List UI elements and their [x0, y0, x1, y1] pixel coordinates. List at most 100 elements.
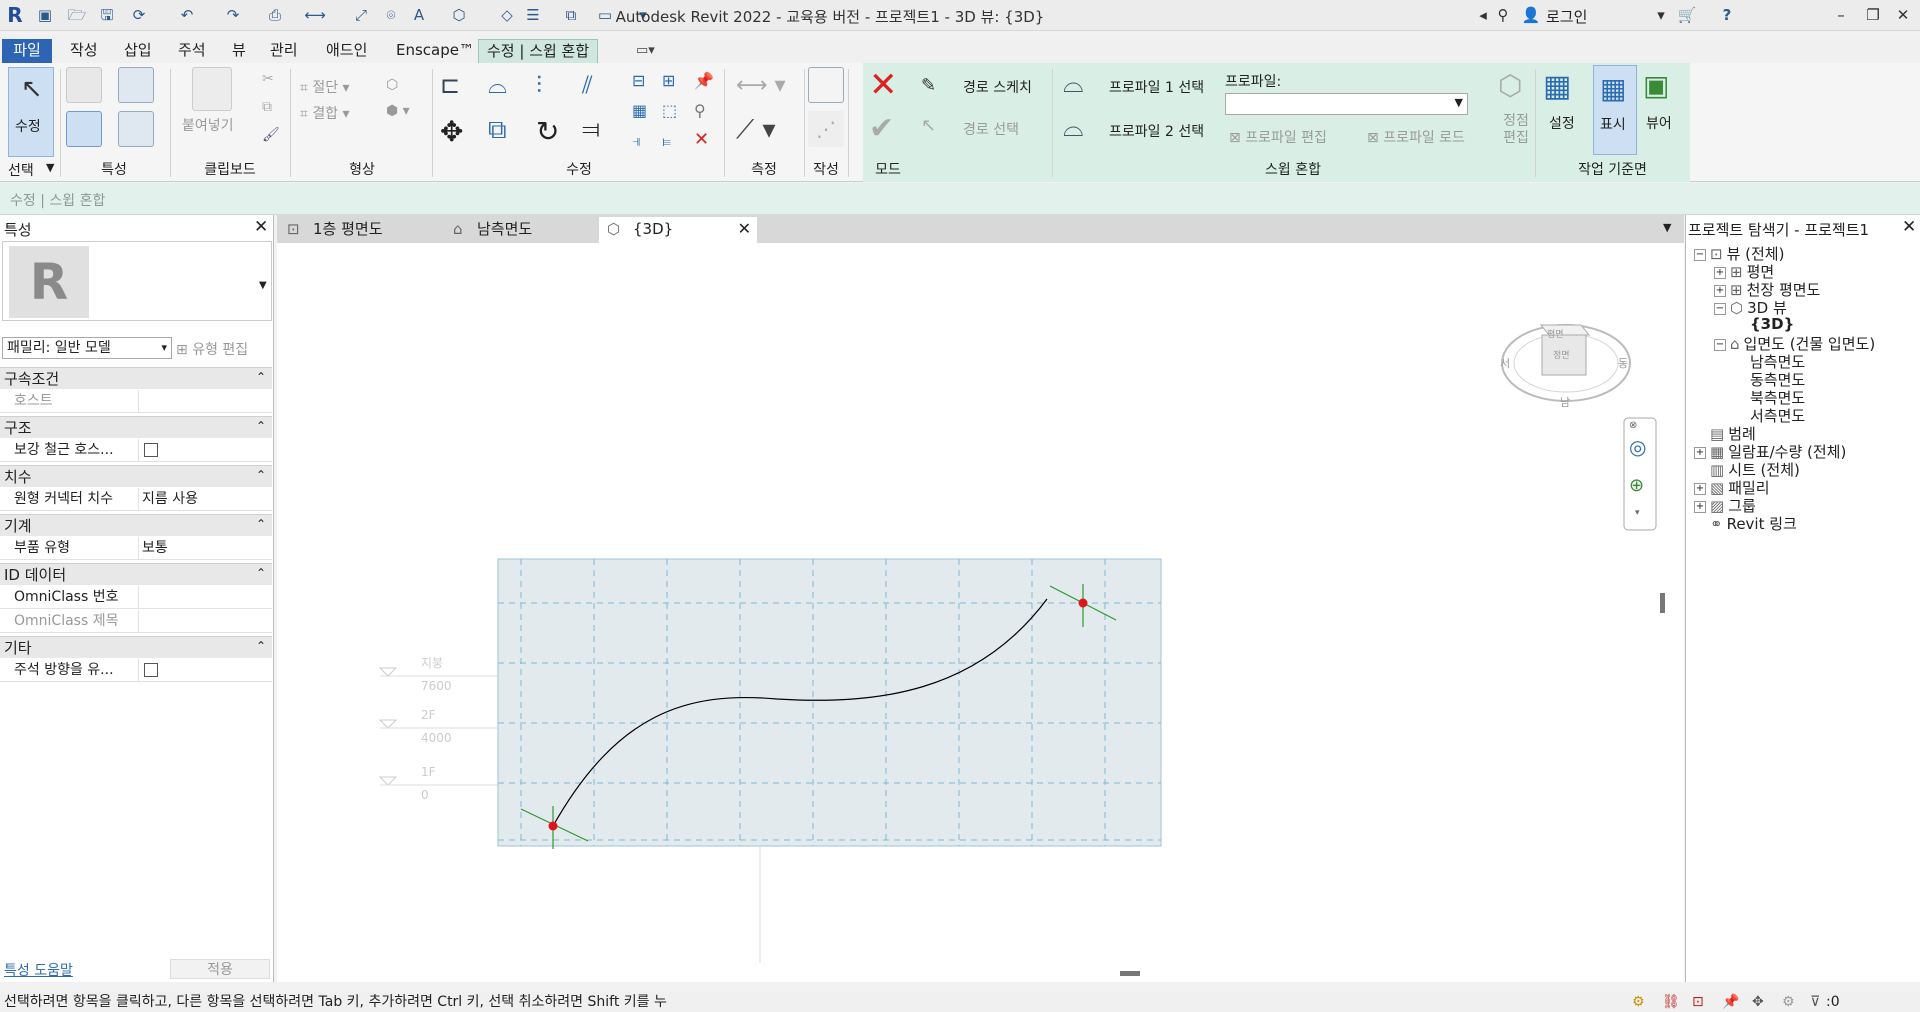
collapse-icon[interactable]: −	[1694, 248, 1706, 261]
split-face-icon[interactable]: ⬢ ▾	[386, 103, 410, 119]
cancel-mode-icon[interactable]: ✕	[869, 65, 898, 105]
edit-vertices-icon[interactable]: ⬡	[1498, 69, 1522, 102]
collapse-icon[interactable]: ⌃	[256, 635, 266, 657]
edit-vertices-button[interactable]: 정점 편집	[1502, 113, 1530, 147]
collapse-icon[interactable]: ⌃	[256, 366, 266, 388]
expand-icon[interactable]: +	[1694, 500, 1706, 513]
worksets-icon[interactable]: ⚙	[1632, 992, 1645, 1012]
profile-select[interactable]: ▼	[1225, 93, 1468, 115]
close-icon[interactable]: ✕	[1892, 5, 1914, 25]
tab-view[interactable]: 뷰	[224, 39, 254, 63]
viewcube-top-label[interactable]: 평면	[1547, 327, 1564, 340]
viewcube-bottom-label[interactable]: 남	[1560, 394, 1570, 410]
property-group-header[interactable]: 구속조건 ⌃	[0, 367, 272, 389]
property-value[interactable]: 지름 사용	[138, 488, 272, 510]
split-gap-icon[interactable]: ⊞	[662, 71, 675, 90]
select-profile1-button[interactable]: 프로파일 1 선택	[1109, 77, 1204, 97]
edit-type-button[interactable]: ⊞ 유형 편집	[176, 339, 248, 359]
background-process-icon[interactable]: ⚙	[1782, 992, 1795, 1012]
trim-extend-icon[interactable]: ⫤	[582, 115, 600, 143]
finish-mode-icon[interactable]: ✔	[869, 111, 894, 146]
panel-toggle-icon[interactable]: ▭▾	[636, 43, 655, 58]
collapse-icon[interactable]: ⌃	[256, 464, 266, 486]
select-links-icon[interactable]: ⛓	[1662, 992, 1680, 1012]
tab-annotate[interactable]: 주석	[170, 39, 214, 63]
offset-icon[interactable]: ⌓	[488, 71, 507, 99]
type-selector[interactable]: R ▼	[2, 241, 272, 321]
expand-icon[interactable]: +	[1694, 446, 1706, 459]
property-value[interactable]	[138, 659, 272, 681]
vertical-scrollbar[interactable]	[1660, 593, 1665, 613]
load-profile-button[interactable]: 프로파일 로드	[1383, 130, 1465, 146]
close-icon[interactable]: ✕	[1902, 217, 1916, 237]
chevron-down-icon[interactable]: ▼	[46, 161, 54, 174]
collapse-icon[interactable]: −	[1714, 302, 1726, 315]
property-value[interactable]	[138, 610, 272, 632]
tab-insert[interactable]: 삽입	[116, 39, 160, 63]
scale-icon[interactable]: ⬚	[662, 101, 677, 120]
tab-south-elevation[interactable]: ⌂ 남측면도	[443, 217, 603, 243]
filter-icon[interactable]: ⊽	[1810, 992, 1820, 1012]
family-category-icon[interactable]	[118, 67, 154, 103]
zoom-icon[interactable]: ⊕	[1629, 475, 1644, 496]
drawing-area[interactable]: 지붕 7600 2F 4000 1F 0 평면 정면 서 동 남 ⊗ ◎ ⊕ ▾	[277, 243, 1684, 982]
type-properties-icon[interactable]	[118, 111, 154, 147]
horizontal-scrollbar[interactable]	[1120, 971, 1140, 976]
match-properties-icon[interactable]: 🖌	[262, 127, 280, 143]
paste-icon[interactable]	[192, 67, 232, 111]
collapse-icon[interactable]: ⌃	[256, 513, 266, 535]
pin-icon[interactable]: 📌	[694, 71, 714, 90]
property-group-header[interactable]: 기계 ⌃	[0, 514, 272, 536]
help-icon[interactable]: ?	[1716, 5, 1738, 25]
select-underlay-icon[interactable]: ⊡	[1692, 992, 1704, 1012]
profile1-icon[interactable]: ⌓	[1063, 69, 1084, 100]
rotate-icon[interactable]: ↻	[536, 115, 559, 148]
set-workplane-icon[interactable]: ▦	[1543, 69, 1571, 104]
mirror-pick-axis-icon[interactable]: ⫶	[536, 71, 542, 99]
join-geometry-button[interactable]: 결합	[312, 106, 338, 122]
property-group-header[interactable]: ID 데이터 ⌃	[0, 563, 272, 585]
property-group-header[interactable]: 기타 ⌃	[0, 636, 272, 658]
viewcube-front-label[interactable]: 정면	[1553, 348, 1570, 361]
pick-path-icon[interactable]: ↖	[921, 115, 936, 136]
tab-manage[interactable]: 관리	[262, 39, 306, 63]
unpin-icon[interactable]: ⚲	[694, 101, 706, 120]
tab-enscape[interactable]: Enscape™	[388, 39, 482, 63]
cart-icon[interactable]: 🛒	[1676, 5, 1698, 25]
workplane-viewer-icon[interactable]: ▣	[1643, 69, 1669, 102]
family-types-icon[interactable]	[66, 67, 102, 103]
tab-modify-sweep-blend[interactable]: 수정 | 스윕 혼합	[478, 39, 599, 63]
properties-help-link[interactable]: 특성 도움말	[4, 960, 73, 980]
property-group-header[interactable]: 구조 ⌃	[0, 416, 272, 438]
modify-button[interactable]: ↖ 수정	[8, 67, 54, 157]
restore-icon[interactable]: ❐	[1862, 5, 1884, 25]
family-filter-select[interactable]: 패밀리: 일반 모델 ▾	[2, 337, 172, 359]
property-value[interactable]: 보통	[138, 537, 272, 559]
chevron-down-icon[interactable]: ▾	[1635, 508, 1640, 518]
apply-button[interactable]: 적용	[170, 959, 270, 979]
trim-single-icon[interactable]: ⫣	[632, 131, 642, 151]
user-icon[interactable]: 👤	[1520, 5, 1542, 25]
chevron-left-icon[interactable]: ◂	[1472, 5, 1494, 25]
work-plane[interactable]	[497, 558, 1162, 847]
close-tab-icon[interactable]: ✕	[738, 217, 751, 241]
filter-count[interactable]: :0	[1826, 992, 1840, 1012]
show-workplane-button[interactable]: ▦ 표시	[1593, 65, 1637, 155]
delete-icon[interactable]: ✕	[694, 129, 709, 150]
property-value[interactable]	[138, 586, 272, 608]
close-icon[interactable]: ✕	[254, 217, 268, 237]
array-icon[interactable]: ▦	[632, 101, 647, 120]
cut-geometry-button[interactable]: 절단	[312, 80, 338, 96]
workplane-viewer-button[interactable]: 뷰어	[1646, 113, 1672, 133]
create-similar-icon[interactable]	[808, 67, 844, 103]
collapse-icon[interactable]: ⌃	[256, 415, 266, 437]
tab-addins[interactable]: 애드인	[318, 39, 375, 63]
tab-file[interactable]: 파일	[2, 39, 52, 63]
align-icon[interactable]: ⊏	[440, 71, 460, 99]
measure-between-icon[interactable]: ⟷ ▾	[736, 73, 786, 98]
property-checkbox[interactable]	[144, 443, 158, 457]
path-end-point[interactable]	[1078, 598, 1088, 608]
cut-icon[interactable]: ✂	[262, 71, 274, 87]
drag-elements-icon[interactable]: ✥	[1752, 992, 1764, 1012]
chevron-down-icon[interactable]: ▾	[1650, 5, 1672, 25]
